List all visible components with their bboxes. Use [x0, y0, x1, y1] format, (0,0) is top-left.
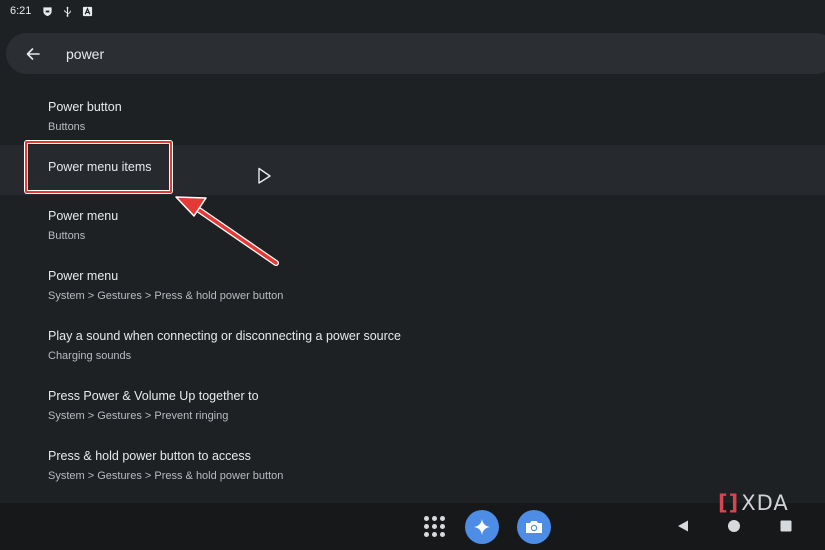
usb-icon	[61, 5, 73, 17]
result-subtitle: Buttons	[48, 230, 86, 242]
result-title: Press & hold power button to access	[48, 449, 251, 463]
result-item-power-button[interactable]: Power button Buttons	[0, 90, 825, 142]
result-subtitle: System > Gestures > Press & hold power b…	[48, 290, 284, 302]
a-box-icon	[81, 5, 93, 17]
result-title: Play a sound when connecting or disconne…	[48, 329, 401, 343]
watermark-bracket: []	[718, 491, 740, 515]
result-title: Power button	[48, 100, 122, 114]
result-subtitle: System > Gestures > Press & hold power b…	[48, 470, 284, 482]
assistant-icon	[474, 519, 490, 535]
watermark-text: XDA	[741, 491, 789, 515]
result-item-press-hold-power[interactable]: Press & hold power button to access Syst…	[0, 440, 825, 492]
app-drawer-button[interactable]	[421, 511, 447, 541]
back-nav-button[interactable]	[673, 516, 693, 536]
shield-icon	[41, 5, 53, 17]
result-item-power-menu[interactable]: Power menu Buttons	[0, 200, 825, 252]
search-bar	[6, 33, 825, 74]
camera-icon	[526, 521, 542, 533]
recents-square-icon	[780, 520, 792, 532]
result-title: Press Power & Volume Up together to	[48, 389, 259, 403]
home-circle-icon	[728, 520, 740, 532]
navigation-bar	[0, 503, 825, 550]
highlight-box	[25, 141, 172, 193]
arrow-left-icon	[26, 47, 40, 60]
result-item-power-menu-gestures[interactable]: Power menu System > Gestures > Press & h…	[0, 260, 825, 312]
camera-button[interactable]	[517, 510, 551, 544]
xda-watermark: [] XDA	[718, 491, 789, 515]
back-button[interactable]	[13, 34, 53, 74]
result-item-charging-sounds[interactable]: Play a sound when connecting or disconne…	[0, 320, 825, 372]
app-drawer-icon	[423, 515, 445, 537]
result-subtitle: System > Gestures > Prevent ringing	[48, 410, 229, 422]
result-subtitle: Buttons	[48, 121, 86, 133]
recents-nav-button[interactable]	[776, 516, 796, 536]
result-title: Power menu	[48, 209, 119, 223]
mouse-cursor-icon	[258, 167, 271, 184]
result-subtitle: Charging sounds	[48, 350, 132, 362]
settings-search-screen: 6:21 Power button Buttons Power menu ite…	[0, 0, 825, 550]
back-triangle-icon	[678, 520, 688, 532]
search-input[interactable]	[66, 45, 666, 62]
status-time: 6:21	[10, 5, 32, 17]
home-nav-button[interactable]	[724, 516, 744, 536]
status-bar: 6:21	[0, 0, 825, 22]
assistant-button[interactable]	[465, 510, 499, 544]
result-title: Power menu	[48, 269, 119, 283]
result-item-prevent-ringing[interactable]: Press Power & Volume Up together to Syst…	[0, 380, 825, 432]
